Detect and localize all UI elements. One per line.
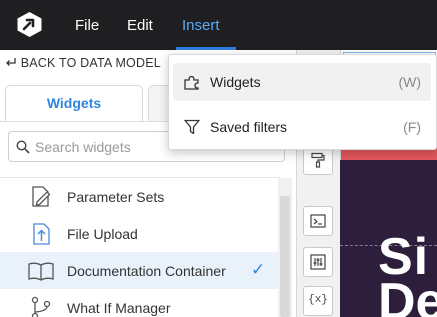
menu-edit[interactable]: Edit xyxy=(127,17,153,34)
list-item-documentation-container[interactable]: Documentation Container ✓ xyxy=(0,252,280,289)
paint-roller-icon xyxy=(311,152,325,168)
insert-menu-label: Widgets xyxy=(210,74,261,90)
scrollbar-thumb[interactable] xyxy=(280,196,290,317)
book-icon xyxy=(28,262,54,281)
back-arrow-icon xyxy=(5,56,17,70)
insert-menu-dropdown: Widgets (W) Saved filters (F) xyxy=(168,54,437,150)
menu-file[interactable]: File xyxy=(75,17,99,34)
list-item-label: Parameter Sets xyxy=(67,189,165,205)
terminal-icon xyxy=(310,214,326,228)
upload-icon xyxy=(33,223,50,245)
canvas-title-line-2: De xyxy=(378,273,437,317)
list-item-label: File Upload xyxy=(67,226,138,242)
list-item-label: What If Manager xyxy=(67,300,171,316)
list-item-file-upload[interactable]: File Upload xyxy=(0,215,280,252)
app-logo-icon[interactable] xyxy=(16,11,43,38)
insert-menu-item-saved-filters[interactable]: Saved filters (F) xyxy=(173,108,431,146)
branch-icon xyxy=(31,296,51,317)
variable-icon: {x} xyxy=(308,294,328,306)
puzzle-icon xyxy=(184,75,199,90)
checkmark-icon: ✓ xyxy=(251,260,266,279)
insert-menu-shortcut: (F) xyxy=(403,119,421,135)
filter-icon xyxy=(184,119,200,135)
widget-list-scrollbar[interactable] xyxy=(278,178,292,317)
back-to-data-model-label: BACK TO DATA MODEL xyxy=(20,56,161,70)
list-item-parameter-sets[interactable]: Parameter Sets xyxy=(0,178,280,215)
filter-settings-button[interactable] xyxy=(303,247,333,277)
search-icon xyxy=(16,140,30,154)
sliders-icon xyxy=(310,254,326,270)
menu-insert[interactable]: Insert xyxy=(182,17,220,34)
insert-menu-item-widgets[interactable]: Widgets (W) xyxy=(173,63,431,101)
pencil-document-icon xyxy=(32,186,51,207)
list-item-label: Documentation Container xyxy=(67,263,226,279)
tab-widgets[interactable]: Widgets xyxy=(5,85,143,121)
script-button[interactable] xyxy=(303,206,333,236)
menu-bar: File Edit Insert xyxy=(0,0,437,50)
insert-menu-shortcut: (W) xyxy=(398,74,421,90)
list-item-what-if-manager[interactable]: What If Manager xyxy=(0,289,280,317)
variables-button[interactable]: {x} xyxy=(303,286,333,316)
back-to-data-model-link[interactable]: BACK TO DATA MODEL xyxy=(5,56,161,70)
insert-menu-label: Saved filters xyxy=(210,119,288,135)
